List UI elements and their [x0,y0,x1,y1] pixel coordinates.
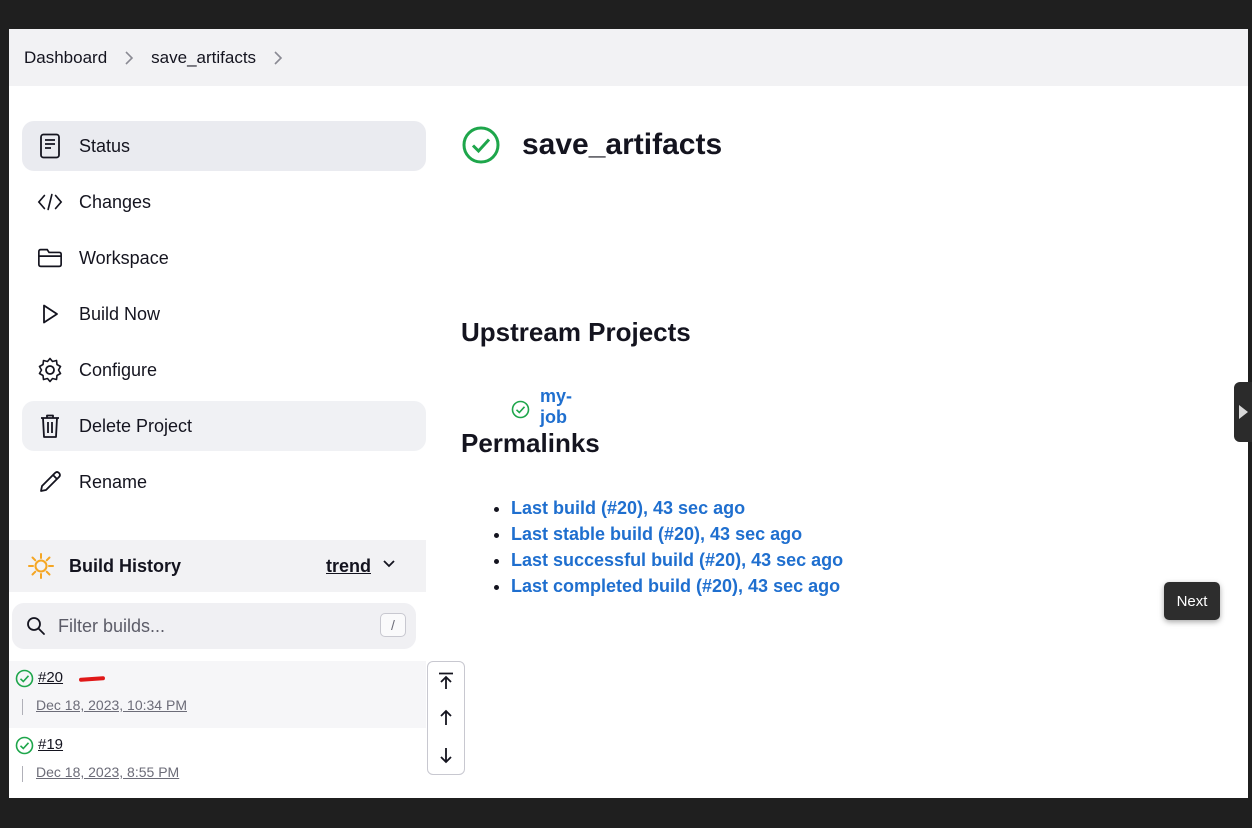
permalink-last-successful-build[interactable]: Last successful build (#20), 43 sec ago [511,550,843,570]
trash-icon [37,413,63,439]
success-check-icon [15,736,34,760]
pencil-icon [37,469,63,495]
jenkins-window: Dashboard save_artifacts Status Changes … [9,29,1248,798]
sidebar-item-label: Delete Project [79,415,193,436]
sidebar-item-status[interactable]: Status [22,121,426,171]
upstream-project-link[interactable]: my-job [540,386,572,428]
document-icon [37,133,63,159]
permalink-last-build[interactable]: Last build (#20), 43 sec ago [511,498,745,518]
success-check-icon [511,400,530,419]
upstream-heading: Upstream Projects [461,317,691,347]
next-button[interactable]: Next [1164,582,1220,620]
list-item: Last completed build (#20), 43 sec ago [511,573,843,599]
sidebar: Status Changes Workspace Build Now Confi… [22,121,426,513]
list-item: Last build (#20), 43 sec ago [511,495,843,521]
sidebar-item-label: Status [79,135,131,156]
filter-builds: / [12,603,416,649]
sidebar-item-delete-project[interactable]: Delete Project [22,401,426,451]
chevron-down-icon[interactable] [381,556,397,577]
list-item: Last successful build (#20), 43 sec ago [511,547,843,573]
sidebar-item-configure[interactable]: Configure [22,345,426,395]
sidebar-item-label: Build Now [79,303,161,324]
build-row: #19 Dec 18, 2023, 8:55 PM [9,728,426,795]
build-number-link[interactable]: #20 [38,669,63,686]
gear-icon [37,357,63,383]
keyboard-shortcut-hint: / [380,613,406,637]
sidebar-item-label: Configure [79,359,158,380]
sun-icon [27,552,55,580]
sidebar-item-changes[interactable]: Changes [22,177,426,227]
build-date-link[interactable]: Dec 18, 2023, 10:34 PM [36,697,187,713]
scroll-controls [427,661,465,775]
sidebar-item-build-now[interactable]: Build Now [22,289,426,339]
arrow-up-icon[interactable] [436,708,456,728]
upstream-project-item: my-job [511,386,572,428]
arrow-down-icon[interactable] [436,745,456,765]
build-date-link[interactable]: Dec 18, 2023, 8:55 PM [36,764,179,780]
build-history-title: Build History [69,555,182,576]
permalinks-heading: Permalinks [461,428,600,458]
page-title: save_artifacts [522,128,723,161]
expand-panel-tab[interactable] [1234,382,1252,442]
sidebar-item-label: Changes [79,191,152,212]
filter-builds-input[interactable] [56,614,360,638]
breadcrumb: Dashboard save_artifacts [9,29,1248,86]
sidebar-item-label: Rename [79,471,148,492]
build-history-header: Build History trend [9,540,426,592]
annotation-mark [78,676,106,682]
sidebar-item-workspace[interactable]: Workspace [22,233,426,283]
build-row: #20 Dec 18, 2023, 10:34 PM [9,661,426,728]
timeline-bar [22,766,23,782]
breadcrumb-project[interactable]: save_artifacts [151,48,256,68]
chevron-right-icon[interactable] [273,50,283,66]
list-item: Last stable build (#20), 43 sec ago [511,521,843,547]
timeline-bar [22,699,23,715]
folder-icon [37,245,63,271]
success-check-icon [15,669,34,693]
search-icon [26,616,46,636]
build-number-link[interactable]: #19 [38,736,63,753]
permalink-last-stable-build[interactable]: Last stable build (#20), 43 sec ago [511,524,802,544]
play-icon [1237,404,1249,420]
chevron-right-icon [124,50,134,66]
sidebar-item-rename[interactable]: Rename [22,457,426,507]
success-check-icon [461,125,501,165]
page-header: save_artifacts [461,125,722,165]
permalink-last-completed-build[interactable]: Last completed build (#20), 43 sec ago [511,576,840,596]
trend-link[interactable]: trend [326,556,371,577]
play-icon [37,301,63,327]
permalinks-list: Last build (#20), 43 sec ago Last stable… [491,495,843,599]
sidebar-item-label: Workspace [79,247,169,268]
scroll-to-top-icon[interactable] [436,671,456,691]
code-icon [37,189,63,215]
breadcrumb-dashboard[interactable]: Dashboard [24,48,107,68]
